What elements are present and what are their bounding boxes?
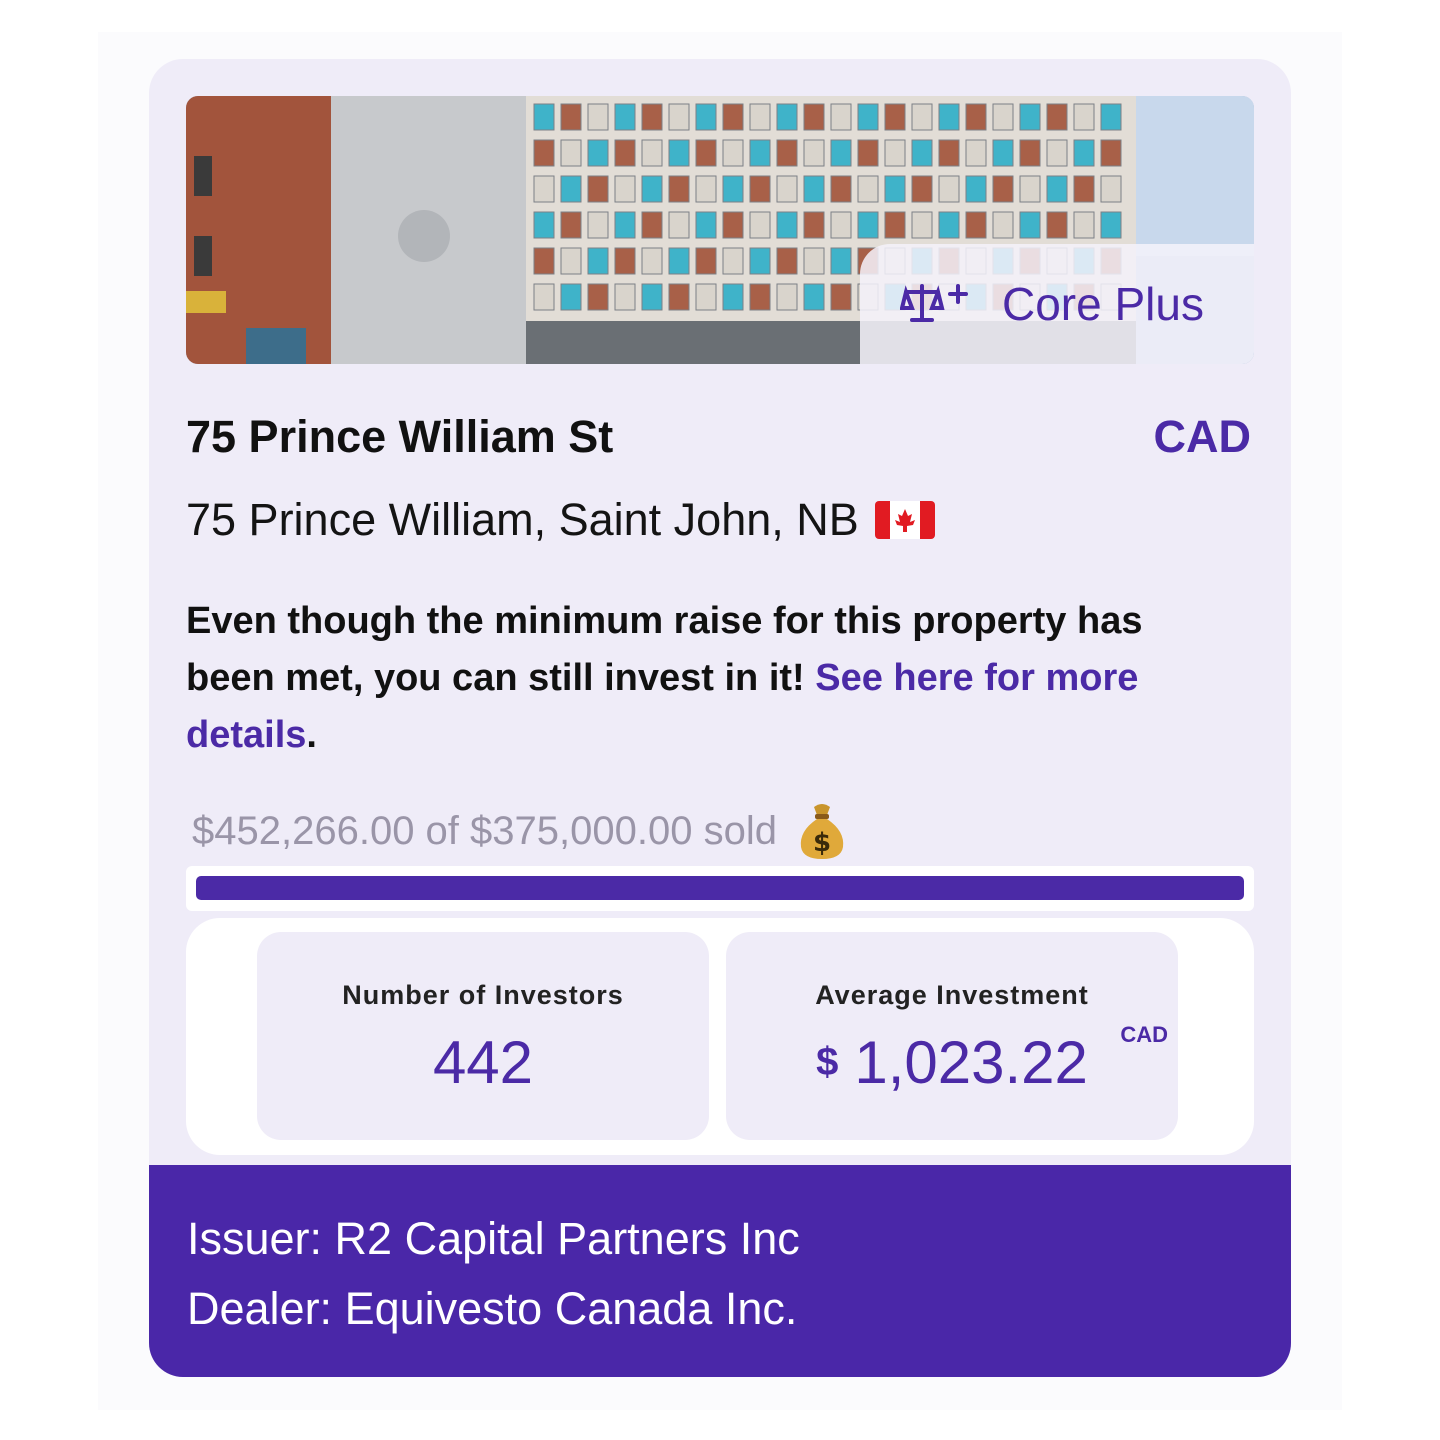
svg-text:$: $ — [813, 828, 831, 858]
property-photo: Core Plus — [186, 96, 1254, 364]
sold-amount: $452,266.00 of $375,000.00 sold $ — [192, 801, 847, 861]
average-investment-value: $1,023.22 — [726, 1028, 1178, 1097]
money-bag-icon: $ — [800, 804, 844, 859]
investors-value: 442 — [432, 1029, 534, 1096]
issuer-text: Issuer: R2 Capital Partners Inc — [187, 1213, 800, 1264]
stats-panel: Number of Investors 442 Average Investme… — [186, 918, 1254, 1155]
canada-flag-icon — [874, 501, 935, 539]
currency-label: CAD — [1153, 411, 1252, 462]
funding-notice: Even though the minimum raise for this p… — [186, 593, 1206, 764]
scale-plus-icon — [900, 284, 968, 322]
investors-label: Number of Investors — [342, 980, 624, 1010]
sold-text: $452,266.00 of $375,000.00 sold — [192, 808, 777, 853]
average-currency-unit: CAD — [1120, 1022, 1168, 1047]
investors-stat: Number of Investors 442 — [257, 932, 709, 1140]
average-investment-stat: Average Investment $1,023.22 CAD — [726, 932, 1178, 1140]
property-address: 75 Prince William, Saint John, NB — [186, 494, 935, 546]
property-title: 75 Prince William St — [186, 411, 614, 462]
property-card[interactable]: Core Plus 75 Prince William St CAD 75 Pr… — [149, 59, 1291, 1377]
address-text: 75 Prince William, Saint John, NB — [186, 494, 859, 545]
strategy-badge: Core Plus — [860, 244, 1254, 364]
dollar-symbol: $ — [816, 1040, 839, 1084]
average-investment-label: Average Investment — [815, 980, 1089, 1010]
strategy-label: Core Plus — [1002, 278, 1204, 330]
funding-progress-bar — [186, 866, 1254, 911]
notice-trailing: . — [306, 714, 317, 756]
funding-progress-fill — [196, 876, 1244, 900]
average-amount: 1,023.22 — [854, 1029, 1088, 1096]
dealer-text: Dealer: Equivesto Canada Inc. — [187, 1283, 798, 1334]
issuer-footer: Issuer: R2 Capital Partners Inc Dealer: … — [149, 1165, 1291, 1377]
